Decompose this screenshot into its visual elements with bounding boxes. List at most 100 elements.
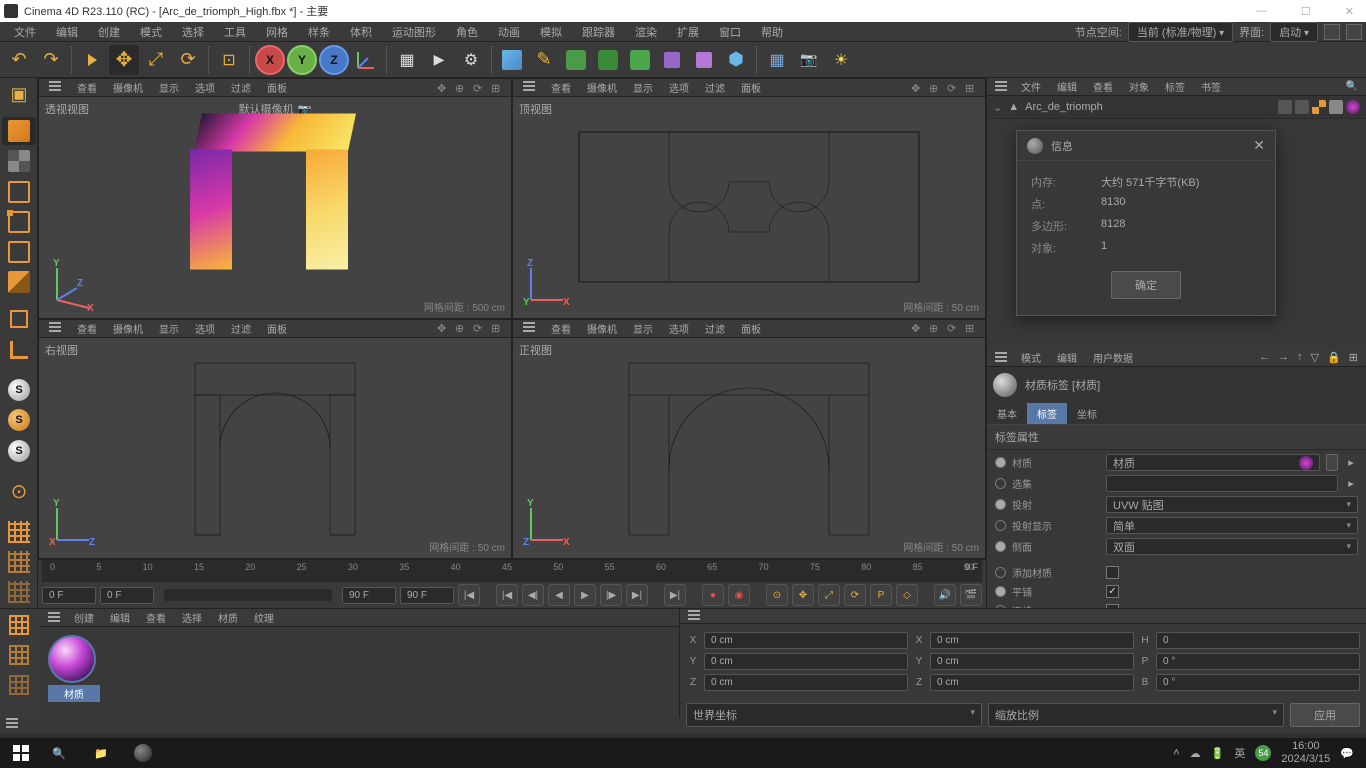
zoom-icon[interactable]: ⊕ — [929, 82, 941, 94]
om-edit[interactable]: 编辑 — [1049, 78, 1085, 95]
key-rot[interactable]: ⟳ — [844, 584, 866, 606]
vp-options[interactable]: 选项 — [187, 79, 223, 96]
key-param[interactable]: P — [870, 584, 892, 606]
viewport-perspective[interactable]: 查看 摄像机 显示 选项 过滤 面板 ✥⊕⟳⊞ 透视视图 默认摄像机📷 — [38, 78, 512, 319]
layout-btn-2[interactable] — [1346, 24, 1362, 40]
vp-options[interactable]: 选项 — [661, 320, 697, 337]
nav-fwd-icon[interactable]: → — [1278, 351, 1289, 364]
frame-end[interactable]: 90 F — [342, 587, 396, 604]
render-settings-button[interactable]: ⚙ — [456, 45, 486, 75]
axis-x-toggle[interactable]: X — [255, 45, 285, 75]
am-userdata[interactable]: 用户数据 — [1085, 349, 1141, 366]
close-button[interactable]: ✕ — [1337, 5, 1362, 18]
workplane-grid1[interactable] — [2, 517, 36, 545]
goto-start[interactable]: |◀ — [458, 584, 480, 606]
material-thumb[interactable] — [48, 635, 96, 683]
snap-magnet[interactable]: ⊙ — [2, 477, 36, 505]
frame-total[interactable]: 90 F — [400, 587, 454, 604]
lock-icon[interactable]: 🔒 — [1327, 351, 1341, 364]
coord-sz[interactable]: 0 cm — [930, 674, 1134, 691]
key-pla[interactable]: ◇ — [896, 584, 918, 606]
om-bookmark[interactable]: 书签 — [1193, 78, 1229, 95]
snap-s1[interactable]: S — [2, 376, 36, 404]
mm-create[interactable]: 创建 — [66, 609, 102, 626]
next-frame[interactable]: |▶ — [600, 584, 622, 606]
mm-view[interactable]: 查看 — [138, 609, 174, 626]
tray-up-icon[interactable]: ˄ — [1173, 747, 1179, 759]
vp-panel[interactable]: 面板 — [259, 79, 295, 96]
viewport-top[interactable]: 查看 摄像机 显示 选项 过滤 面板 ✥⊕⟳⊞ 顶视图 — [512, 78, 986, 319]
vp-camera[interactable]: 摄像机 — [579, 79, 625, 96]
play-forward[interactable]: ▶ — [574, 584, 596, 606]
attr-selection-field[interactable] — [1106, 475, 1338, 492]
menu-volume[interactable]: 体积 — [340, 22, 382, 42]
key-scale[interactable]: ⤢ — [818, 584, 840, 606]
om-file[interactable]: 文件 — [1013, 78, 1049, 95]
menu-animate[interactable]: 动画 — [488, 22, 530, 42]
vp-panel[interactable]: 面板 — [259, 320, 295, 337]
om-object[interactable]: 对象 — [1121, 78, 1157, 95]
vp-view[interactable]: 查看 — [69, 320, 105, 337]
attr-projection-field[interactable]: UVW 贴图▾ — [1106, 496, 1358, 513]
mm-select[interactable]: 选择 — [174, 609, 210, 626]
vp-display[interactable]: 显示 — [151, 79, 187, 96]
play-back[interactable]: ◀ — [548, 584, 570, 606]
max-icon[interactable]: ⊞ — [965, 322, 977, 334]
rotate-icon[interactable]: ⟳ — [473, 82, 485, 94]
workplane-mode[interactable] — [2, 178, 36, 206]
nav-back-icon[interactable]: ← — [1259, 351, 1270, 364]
mm-material[interactable]: 材质 — [210, 609, 246, 626]
coord-sx[interactable]: 0 cm — [930, 632, 1134, 649]
rotate-icon[interactable]: ⟳ — [947, 322, 959, 334]
hamburger-icon[interactable] — [995, 81, 1007, 91]
frame-start[interactable]: 0 F — [42, 587, 96, 604]
move-tool[interactable]: ✥ — [109, 45, 139, 75]
goto-end[interactable]: ▶| — [664, 584, 686, 606]
coord-y[interactable]: 0 cm — [704, 653, 908, 670]
generator2-button[interactable] — [593, 45, 623, 75]
hamburger-icon[interactable] — [523, 81, 535, 91]
menu-create[interactable]: 创建 — [88, 22, 130, 42]
vp-filter[interactable]: 过滤 — [697, 320, 733, 337]
tag-uvw[interactable] — [1312, 100, 1326, 114]
vp-filter[interactable]: 过滤 — [697, 79, 733, 96]
coord-b[interactable]: 0 ° — [1156, 674, 1360, 691]
vp-display[interactable]: 显示 — [151, 320, 187, 337]
tray-ime[interactable]: 英 — [1234, 745, 1245, 761]
nav-icon[interactable]: ✥ — [437, 322, 449, 334]
spinner[interactable] — [1326, 454, 1338, 471]
am-mode[interactable]: 模式 — [1013, 349, 1049, 366]
tray-battery-icon[interactable]: 🔋 — [1211, 747, 1225, 760]
mat-grid2[interactable] — [2, 641, 36, 669]
material-name[interactable]: 材质 — [48, 685, 100, 702]
snap-s3[interactable]: S — [2, 436, 36, 464]
menu-spline[interactable]: 样条 — [298, 22, 340, 42]
coord-p[interactable]: 0 ° — [1156, 653, 1360, 670]
hamburger-icon[interactable] — [6, 718, 18, 728]
enable-axis[interactable] — [2, 305, 36, 333]
coord-toggle[interactable] — [351, 45, 381, 75]
menu-extensions[interactable]: 扩展 — [667, 22, 709, 42]
record-button[interactable]: ● — [702, 584, 724, 606]
vp-camera[interactable]: 摄像机 — [579, 320, 625, 337]
tab-coord[interactable]: 坐标 — [1067, 403, 1107, 424]
dialog-ok-button[interactable]: 确定 — [1111, 271, 1181, 299]
coord-sy[interactable]: 0 cm — [930, 653, 1134, 670]
polygon-mode[interactable] — [2, 268, 36, 296]
point-mode[interactable] — [2, 208, 36, 236]
rotate-tool[interactable]: ⟳ — [173, 45, 203, 75]
menu-file[interactable]: 文件 — [4, 22, 46, 42]
taskbar-search[interactable]: 🔍 — [39, 739, 79, 767]
cube-primitive[interactable] — [497, 45, 527, 75]
rotate-icon[interactable]: ⟳ — [947, 82, 959, 94]
object-name[interactable]: Arc_de_triomph — [1025, 101, 1103, 113]
max-icon[interactable]: ⊞ — [491, 322, 503, 334]
viewport-solo[interactable] — [2, 336, 36, 364]
vp-view[interactable]: 查看 — [69, 79, 105, 96]
next-key[interactable]: ▶| — [626, 584, 648, 606]
mm-texture[interactable]: 纹理 — [246, 609, 282, 626]
vp-filter[interactable]: 过滤 — [223, 79, 259, 96]
menu-help[interactable]: 帮助 — [751, 22, 793, 42]
coord-z[interactable]: 0 cm — [704, 674, 908, 691]
vp-display[interactable]: 显示 — [625, 79, 661, 96]
